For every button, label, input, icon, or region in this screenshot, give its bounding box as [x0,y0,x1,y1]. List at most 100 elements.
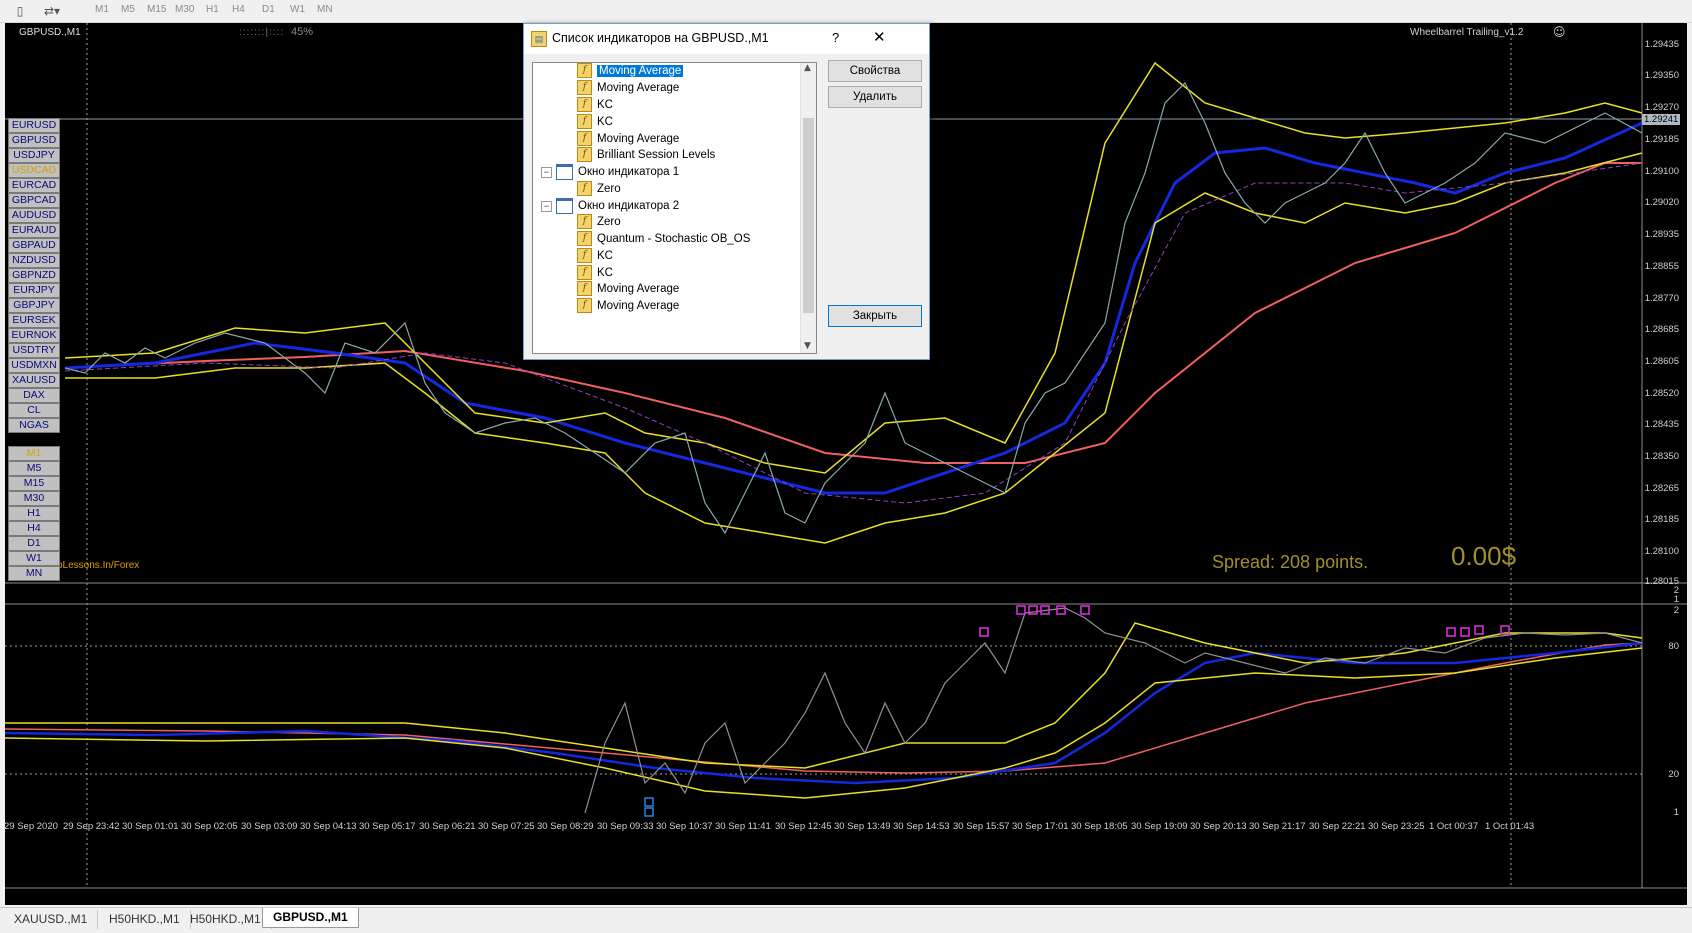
time-label: 30 Sep 13:49 [834,821,891,832]
tf-button-m30[interactable]: M30 [8,491,60,506]
indicator-icon: f [577,114,592,130]
tree-item[interactable]: f KC [577,114,613,130]
time-label: 30 Sep 18:05 [1071,821,1128,832]
symbol-button-xauusd[interactable]: XAUUSD [8,373,60,388]
scroll-up-icon[interactable]: ▲ [804,63,811,73]
tree-item[interactable]: f Quantum - Stochastic OB_OS [577,231,750,247]
tab-gbpusd[interactable]: GBPUSD.,M1 [262,908,359,928]
close-icon[interactable]: ✕ [873,28,886,46]
tf-toolbar-m15[interactable]: M15 [147,4,166,15]
symbol-button-gbpaud[interactable]: GBPAUD [8,238,60,253]
tf-toolbar-m30[interactable]: M30 [175,4,194,15]
symbol-button-eurjpy[interactable]: EURJPY [8,283,60,298]
stoch-ob-markers [644,605,1510,817]
symbol-button-gbpusd[interactable]: GBPUSD [8,133,60,148]
tree-item[interactable]: f Brilliant Session Levels [577,147,715,163]
symbol-button-eurcad[interactable]: EURCAD [8,178,60,193]
spread-text: Spread: 208 points. [1212,552,1369,572]
progress-bar: :::::::|:::: [239,27,285,38]
tf-toolbar-mn[interactable]: MN [317,4,333,15]
time-label: 30 Sep 17:01 [1012,821,1069,832]
time-label: 30 Sep 21:17 [1249,821,1306,832]
tree-scrollbar[interactable]: ▲ ▼ [800,63,816,353]
price-label: 1.29270 [1644,102,1679,113]
symbol-button-nzdusd[interactable]: NZDUSD [8,253,60,268]
symbol-button-gbpnzd[interactable]: GBPNZD [8,268,60,283]
price-label: 1.28770 [1644,293,1679,304]
tf-toolbar-m5[interactable]: M5 [121,4,135,15]
symbol-button-dax[interactable]: DAX [8,388,60,403]
tree-item[interactable]: f KC [577,265,613,281]
tf-toolbar-d1[interactable]: D1 [262,4,275,15]
indicator-icon: f [577,214,592,230]
time-label: 1 Oct 00:37 [1429,821,1479,832]
tf-button-w1[interactable]: W1 [8,551,60,566]
tab-h50hkd[interactable]: H50HKD.,M1 [99,910,191,929]
symbol-button-eurusd[interactable]: EURUSD [8,118,60,133]
indicator-tools-icon[interactable]: ⇄▾ [40,3,64,19]
indicator-icon: f [577,131,592,147]
tab-h50hkd-2[interactable]: H50HKD.,M1 [180,910,272,929]
watermark-text: oLessons.In/Forex [57,560,140,571]
symbol-button-usdcad[interactable]: USDCAD [8,163,60,178]
indicator-tree[interactable]: f Moving Average f Moving Average f KC f KC … [532,62,817,354]
indicator-icon: f [577,281,592,297]
symbol-button-gbpcad[interactable]: GBPCAD [8,193,60,208]
scroll-down-icon[interactable]: ▼ [804,341,811,351]
symbol-button-usdtry[interactable]: USDTRY [8,343,60,358]
profit-text: 0.00$ [1451,541,1517,571]
chart-tabs: XAUUSD.,M1 H50HKD.,M1 H50HKD.,M1 GBPUSD.… [0,907,1692,933]
tree-item[interactable]: f Moving Average [577,63,684,79]
stoch-gray-line [584,607,1643,814]
symbol-button-cl[interactable]: CL [8,403,60,418]
tf-toolbar-m1[interactable]: M1 [95,4,109,15]
tab-xauusd[interactable]: XAUUSD.,M1 [4,910,99,929]
tf-button-d1[interactable]: D1 [8,536,60,551]
tf-button-h1[interactable]: H1 [8,506,60,521]
collapse-icon[interactable]: − [541,200,552,212]
symbol-button-audusd[interactable]: AUDUSD [8,208,60,223]
symbol-button-gbpjpy[interactable]: GBPJPY [8,298,60,313]
price-label: 1.29350 [1644,70,1679,81]
tree-item[interactable]: f Zero [577,181,621,197]
tf-button-mn[interactable]: MN [8,566,60,581]
tf-button-h4[interactable]: H4 [8,521,60,536]
template-icon[interactable]: ▯ [12,3,28,19]
tf-toolbar-h4[interactable]: H4 [232,4,245,15]
time-label: 30 Sep 15:57 [953,821,1010,832]
symbol-button-eursek[interactable]: EURSEK [8,313,60,328]
symbol-button-eurnok[interactable]: EURNOK [8,328,60,343]
tf-toolbar-h1[interactable]: H1 [206,4,219,15]
help-button[interactable]: ? [832,30,839,45]
tree-item[interactable]: f Moving Average [577,131,679,147]
time-label: 30 Sep 20:13 [1190,821,1247,832]
time-label: 30 Sep 07:25 [478,821,535,832]
indicator-list-icon: ▤ [531,31,547,47]
tree-item[interactable]: f Zero [577,214,621,230]
tree-item[interactable]: − Окно индикатора 1 [541,164,679,180]
symbol-button-ngas[interactable]: NGAS [8,418,60,433]
properties-button[interactable]: Свойства [828,60,922,82]
tf-toolbar-w1[interactable]: W1 [290,4,305,15]
tf-button-m1[interactable]: M1 [8,446,60,461]
symbol-button-euraud[interactable]: EURAUD [8,223,60,238]
delete-button[interactable]: Удалить [828,86,922,108]
tree-item[interactable]: f KC [577,97,613,113]
scroll-thumb[interactable] [803,118,814,313]
tree-item[interactable]: f Moving Average [577,80,679,96]
tf-button-m15[interactable]: M15 [8,476,60,491]
toolbar: ▯ ⇄▾ M1 M5 M15 M30 H1 H4 D1 W1 MN [0,0,1692,23]
collapse-icon[interactable]: − [541,166,552,178]
symbol-button-usdmxn[interactable]: USDMXN [8,358,60,373]
tree-item[interactable]: f KC [577,248,613,264]
symbol-button-usdjpy[interactable]: USDJPY [8,148,60,163]
price-label: 1.29020 [1644,197,1679,208]
price-label: 1.29185 [1644,134,1679,145]
close-button[interactable]: Закрыть [828,305,922,327]
tree-item[interactable]: f Moving Average [577,298,679,314]
tf-button-m5[interactable]: M5 [8,461,60,476]
tree-item[interactable]: f Moving Average [577,281,679,297]
stoch-label: 80 [1668,641,1679,652]
tree-item[interactable]: − Окно индикатора 2 [541,198,679,214]
time-label: 30 Sep 23:25 [1368,821,1425,832]
